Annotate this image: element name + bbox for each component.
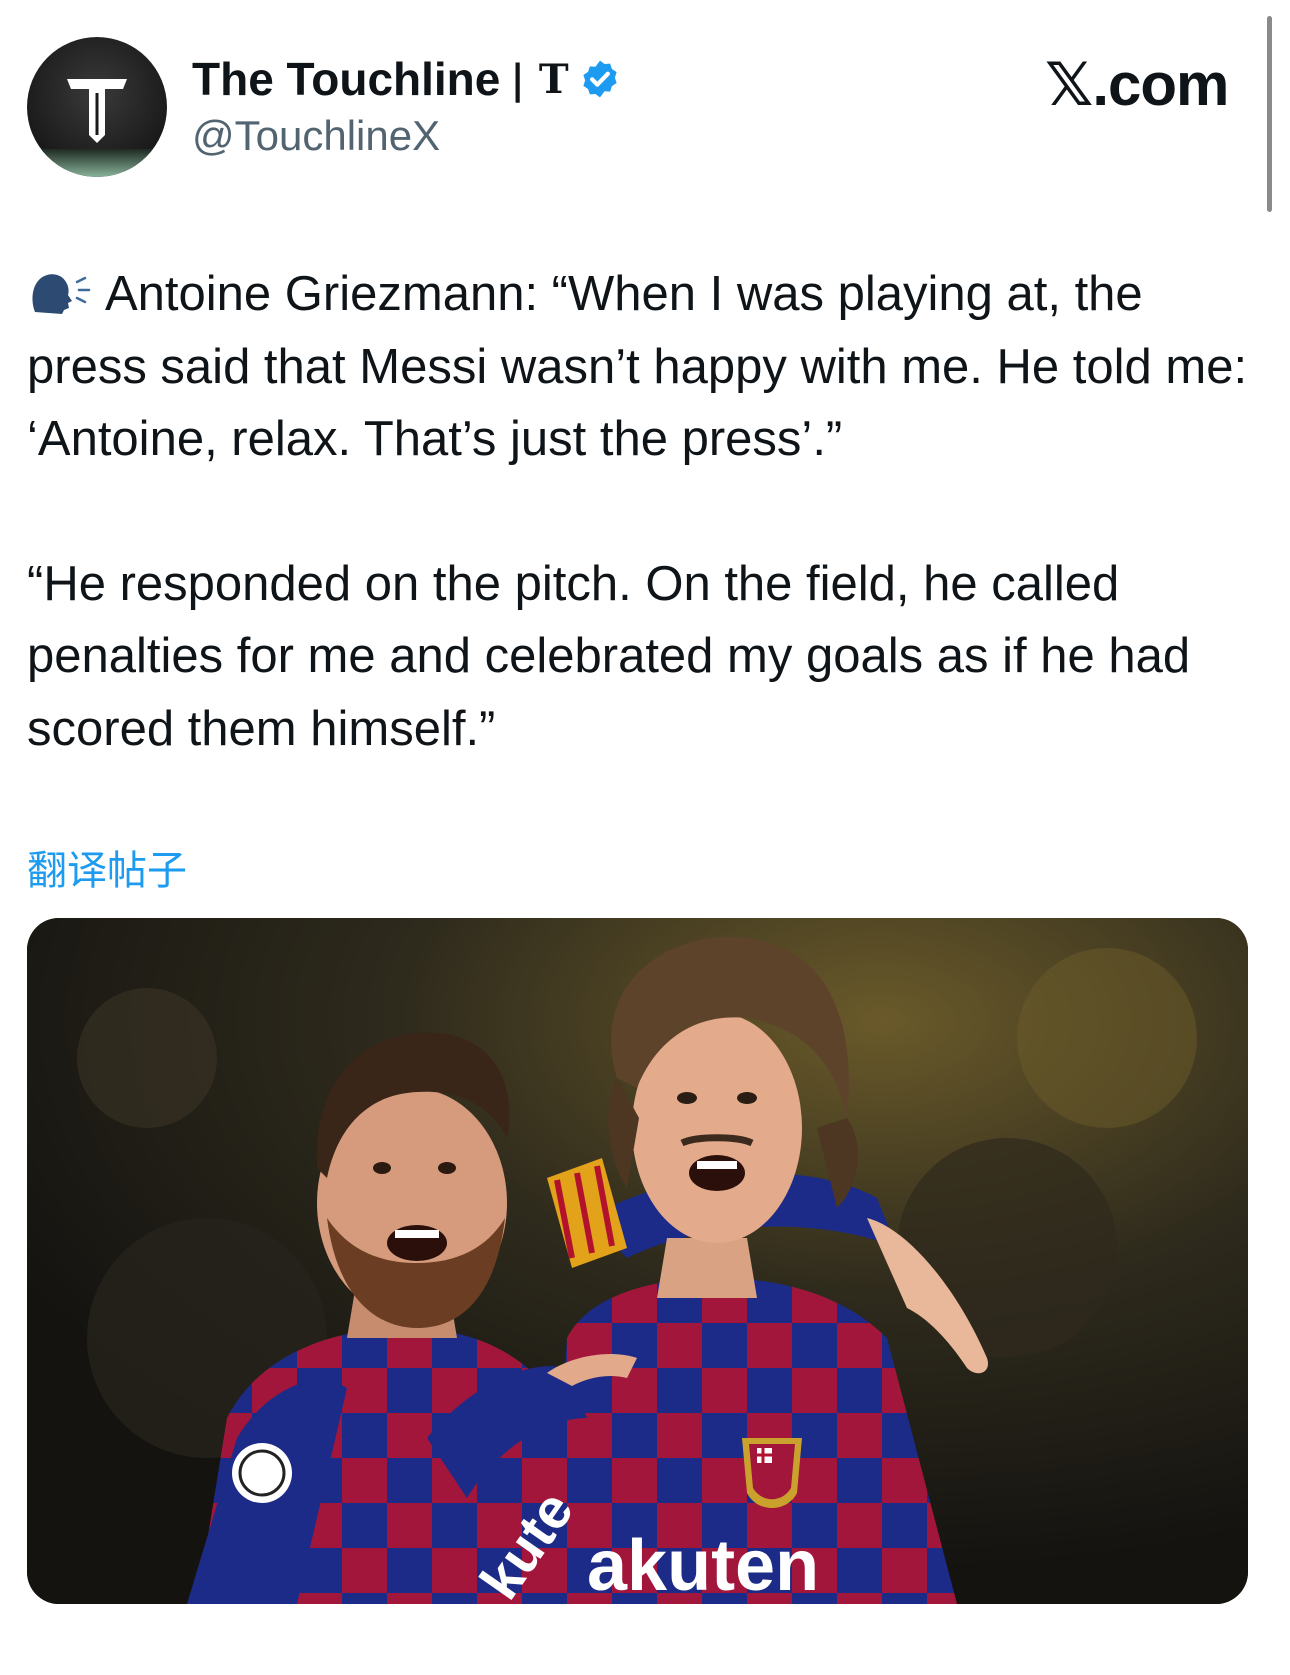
x-brand-label: 𝕏.com: [1045, 51, 1229, 118]
touchline-logo-icon: [67, 79, 127, 143]
author-name-suffix: | T: [510, 55, 569, 103]
avatar[interactable]: [27, 37, 167, 177]
tweet-media-photo[interactable]: akuten kute: [27, 918, 1248, 1604]
jersey-sponsor-text: akuten: [587, 1526, 819, 1604]
scrollbar[interactable]: [1267, 16, 1272, 212]
author-handle[interactable]: @TouchlineX: [192, 112, 440, 160]
tweet-paragraph-1-text: Antoine Griezmann: “When I was playing a…: [27, 267, 1248, 466]
author-display-name[interactable]: The Touchline | T: [192, 52, 621, 106]
verified-badge-icon: [583, 60, 617, 98]
speaking-head-icon: [32, 274, 91, 314]
author-name[interactable]: The Touchline: [192, 52, 500, 106]
tweet-text: Antoine Griezmann: “When I was playing a…: [27, 258, 1262, 765]
photo-players-celebrating: akuten kute: [27, 918, 1248, 1604]
translate-post-link[interactable]: 翻译帖子: [27, 838, 187, 896]
tweet-paragraph-1: Antoine Griezmann: “When I was playing a…: [27, 258, 1262, 476]
tweet-paragraph-2: “He responded on the pitch. On the field…: [27, 556, 1191, 756]
